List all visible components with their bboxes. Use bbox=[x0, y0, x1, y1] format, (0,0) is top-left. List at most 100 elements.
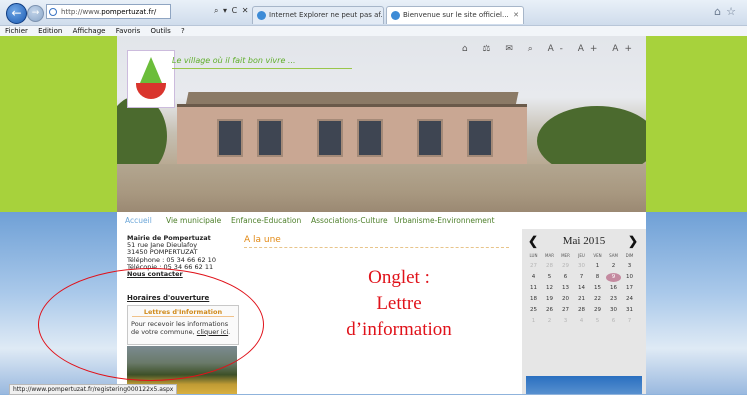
browser-chrome: ← → http://www.pompertuzat.fr/ ⌕ ▾ C ✕ I… bbox=[0, 0, 747, 36]
calendar-day[interactable]: 17 bbox=[622, 284, 637, 293]
calendar-day[interactable]: 22 bbox=[590, 295, 605, 304]
annotation-line-3: d’information bbox=[346, 319, 452, 340]
address-controls[interactable]: ⌕ ▾ C ✕ bbox=[214, 6, 249, 16]
calendar-day[interactable]: 21 bbox=[574, 295, 589, 304]
calendar-day[interactable]: 29 bbox=[590, 306, 605, 315]
calendar-day[interactable]: 11 bbox=[526, 284, 541, 293]
calendar-day[interactable]: 9 bbox=[606, 273, 621, 282]
close-tab-icon[interactable]: ✕ bbox=[513, 7, 519, 24]
calendar-day[interactable]: 19 bbox=[542, 295, 557, 304]
calendar-day[interactable]: 27 bbox=[558, 306, 573, 315]
menu-outils[interactable]: Outils bbox=[151, 27, 171, 35]
menu-edition[interactable]: Edition bbox=[38, 27, 62, 35]
square-pavement bbox=[117, 164, 646, 212]
window bbox=[467, 119, 493, 157]
calendar-day[interactable]: 8 bbox=[590, 273, 605, 282]
calendar-day[interactable]: 20 bbox=[558, 295, 573, 304]
calendar-day-name: MER bbox=[561, 253, 570, 258]
village-logo[interactable] bbox=[127, 50, 175, 108]
page-icon bbox=[49, 8, 57, 16]
window bbox=[217, 119, 243, 157]
calendar-day[interactable]: 15 bbox=[590, 284, 605, 293]
calendar-day[interactable]: 13 bbox=[558, 284, 573, 293]
calendar-day[interactable]: 30 bbox=[606, 306, 621, 315]
calendar-day[interactable]: 5 bbox=[590, 317, 605, 326]
calendar-day[interactable]: 26 bbox=[542, 306, 557, 315]
annotation-text: Onglet : Lettre d’information bbox=[344, 265, 454, 343]
accessibility-tools[interactable]: ⌂ ⚖ ✉ ⌕ A- A+ A+ bbox=[462, 44, 638, 54]
status-bar-url: http://www.pompertuzat.fr/registering000… bbox=[9, 384, 178, 395]
browser-toolbar-icons[interactable]: ⌂☆ bbox=[714, 5, 741, 18]
calendar-day[interactable]: 24 bbox=[622, 295, 637, 304]
calendar-day[interactable]: 28 bbox=[542, 262, 557, 271]
slogan: Le village où il fait bon vivre ... bbox=[172, 56, 296, 65]
tab-bienvenue[interactable]: Bienvenue sur le site officiel... ✕ bbox=[386, 6, 524, 24]
calendar-day[interactable]: 29 bbox=[558, 262, 573, 271]
annotation-line-2: Lettre bbox=[376, 293, 422, 314]
calendar-column: ❮ Mai 2015 ❯ LUN MAR MER JEU VEN SAM DIM 27 28 29… bbox=[522, 229, 646, 394]
nav-enfance-education[interactable]: Enfance-Education bbox=[231, 216, 301, 225]
back-button[interactable]: ← bbox=[6, 3, 27, 24]
calendar-grid: LUN MAR MER JEU VEN SAM DIM 27 28 29 30 1 2 3 4 5 6 7 8 9 10… bbox=[526, 251, 642, 326]
menu-fichier[interactable]: Fichier bbox=[5, 27, 28, 35]
calendar-day[interactable]: 12 bbox=[542, 284, 557, 293]
main-nav: Accueil Vie municipale Enfance-Education… bbox=[117, 212, 646, 230]
calendar-day[interactable]: 18 bbox=[526, 295, 541, 304]
nav-associations-culture[interactable]: Associations-Culture bbox=[311, 216, 388, 225]
tab-label: Internet Explorer ne peut pas af... bbox=[269, 11, 384, 19]
nav-vie-municipale[interactable]: Vie municipale bbox=[166, 216, 221, 225]
calendar-day[interactable]: 6 bbox=[558, 273, 573, 282]
calendar-day[interactable]: 7 bbox=[622, 317, 637, 326]
calendar-day[interactable]: 4 bbox=[574, 317, 589, 326]
window bbox=[257, 119, 283, 157]
calendar-day[interactable]: 7 bbox=[574, 273, 589, 282]
calendar-day-name: DIM bbox=[625, 253, 634, 258]
news-column: A la une Onglet : Lettre d’information bbox=[244, 235, 516, 394]
tab-ie-error[interactable]: Internet Explorer ne peut pas af... bbox=[252, 6, 384, 24]
calendar-day[interactable]: 6 bbox=[606, 317, 621, 326]
menu-affichage[interactable]: Affichage bbox=[73, 27, 106, 35]
ie-favicon-icon bbox=[257, 11, 266, 20]
calendar-day[interactable]: 28 bbox=[574, 306, 589, 315]
calendar-day[interactable]: 27 bbox=[526, 262, 541, 271]
calendar-day-name: LUN bbox=[529, 253, 538, 258]
calendar-day[interactable]: 10 bbox=[622, 273, 637, 282]
calendar-day[interactable]: 3 bbox=[558, 317, 573, 326]
prev-month-icon[interactable]: ❮ bbox=[528, 233, 538, 249]
next-month-icon[interactable]: ❯ bbox=[628, 233, 638, 249]
calendar-day[interactable]: 4 bbox=[526, 273, 541, 282]
calendar-day[interactable]: 3 bbox=[622, 262, 637, 271]
nav-accueil[interactable]: Accueil bbox=[125, 216, 152, 225]
calendar-day-name: MAR bbox=[545, 253, 554, 258]
sidebar-image[interactable] bbox=[526, 376, 642, 394]
calendar-day[interactable]: 2 bbox=[542, 317, 557, 326]
address-bar[interactable]: http://www.pompertuzat.fr/ bbox=[46, 4, 171, 19]
calendar-day[interactable]: 5 bbox=[542, 273, 557, 282]
calendar-day[interactable]: 25 bbox=[526, 306, 541, 315]
address-domain: pompertuzat.fr/ bbox=[101, 8, 157, 16]
address-prefix: http://www. bbox=[61, 8, 102, 16]
calendar-day[interactable]: 1 bbox=[590, 262, 605, 271]
calendar-day[interactable]: 31 bbox=[622, 306, 637, 315]
window bbox=[317, 119, 343, 157]
calendar-day[interactable]: 23 bbox=[606, 295, 621, 304]
town-hall-building bbox=[177, 104, 527, 167]
annotation-line-1: Onglet : bbox=[368, 267, 430, 288]
nav-urbanisme-environnement[interactable]: Urbanisme-Environnement bbox=[394, 216, 495, 225]
menu-help[interactable]: ? bbox=[181, 27, 185, 35]
menu-favoris[interactable]: Favoris bbox=[116, 27, 141, 35]
calendar-day[interactable]: 2 bbox=[606, 262, 621, 271]
calendar-day[interactable]: 16 bbox=[606, 284, 621, 293]
heading-divider bbox=[244, 247, 509, 248]
logo-a-shape bbox=[140, 57, 162, 83]
calendar-day[interactable]: 14 bbox=[574, 284, 589, 293]
calendar-day-name: VEN bbox=[593, 253, 602, 258]
annotation-oval bbox=[38, 268, 264, 381]
logo-red-shape bbox=[136, 83, 166, 99]
calendar-day[interactable]: 1 bbox=[526, 317, 541, 326]
calendar-day[interactable]: 30 bbox=[574, 262, 589, 271]
forward-button[interactable]: → bbox=[27, 5, 44, 22]
header-banner: Le village où il fait bon vivre ... ⌂ ⚖ … bbox=[117, 36, 646, 212]
menu-bar: Fichier Edition Affichage Favoris Outils… bbox=[0, 26, 747, 36]
tab-label: Bienvenue sur le site officiel... bbox=[403, 11, 509, 19]
